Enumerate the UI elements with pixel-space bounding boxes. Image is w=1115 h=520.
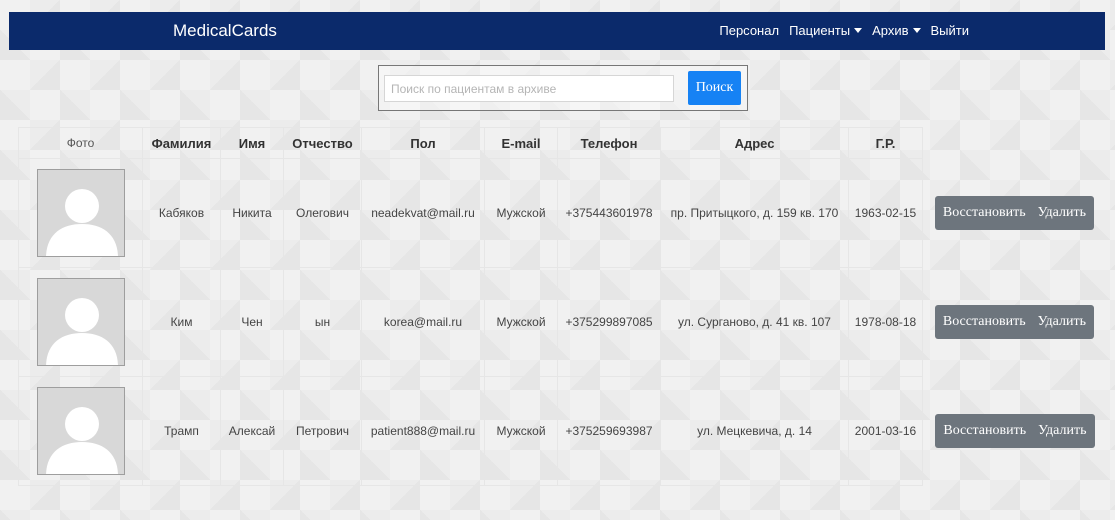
- cell-sex: Мужской: [484, 376, 558, 486]
- cell-birth-date: 2001-03-16: [848, 376, 923, 486]
- search-button[interactable]: Поиск: [688, 71, 741, 105]
- actions-group: Восстановить Удалить: [934, 305, 1094, 339]
- archive-patients-table: Фото Фамилия Имя Отчество Пол E-mail Тел…: [18, 127, 1097, 486]
- person-silhouette-icon: [37, 388, 124, 474]
- person-silhouette-icon: [37, 279, 124, 365]
- avatar: [36, 278, 125, 366]
- cell-phone: +375443601978: [557, 158, 661, 268]
- nav-item-label: Персонал: [719, 23, 780, 38]
- cell-email: korea@mail.ru: [361, 267, 485, 377]
- table-row: Ким Чен ын korea@mail.ru Мужской +375299…: [18, 267, 1097, 377]
- cell-email: patient888@mail.ru: [361, 376, 485, 486]
- column-header-name: Имя: [220, 127, 284, 159]
- restore-button[interactable]: Восстановить: [943, 414, 1026, 448]
- delete-button[interactable]: Удалить: [1038, 196, 1086, 230]
- column-header-surname: Фамилия: [142, 127, 221, 159]
- cell-surname: Кабяков: [142, 158, 221, 268]
- photo-cell: [18, 158, 143, 268]
- nav-item-label: Пациенты: [789, 23, 851, 38]
- table-row: Кабяков Никита Олегович neadekvat@mail.r…: [18, 158, 1097, 268]
- avatar: [36, 169, 125, 257]
- cell-patronymic: Петрович: [283, 376, 362, 486]
- column-header-photo: Фото: [18, 127, 143, 159]
- photo-cell: [18, 267, 143, 377]
- cell-birth-date: 1978-08-18: [848, 267, 923, 377]
- nav-item-patients[interactable]: Пациенты: [789, 23, 863, 38]
- nav-menu: Персонал Пациенты Архив Выйти: [719, 23, 969, 38]
- nav-item-label: Архив: [872, 23, 909, 38]
- cell-phone: +375299897085: [557, 267, 661, 377]
- actions-cell: Восстановить Удалить: [923, 268, 1097, 377]
- cell-name: Никита: [220, 158, 284, 268]
- nav-item-archive[interactable]: Архив: [872, 23, 921, 38]
- person-silhouette-icon: [37, 170, 124, 256]
- nav-item-label: Выйти: [930, 23, 970, 38]
- cell-surname: Трамп: [142, 376, 221, 486]
- caret-down-icon: [854, 28, 863, 33]
- restore-button[interactable]: Восстановить: [943, 196, 1026, 230]
- table-header-row: Фото Фамилия Имя Отчество Пол E-mail Тел…: [18, 127, 1097, 159]
- column-header-address: Адрес: [660, 127, 849, 159]
- nav-item-staff[interactable]: Персонал: [719, 23, 779, 38]
- column-header-sex: Пол: [361, 127, 485, 159]
- cell-name: Чен: [220, 267, 284, 377]
- column-header-birth-date: Г.Р.: [848, 127, 923, 159]
- cell-sex: Мужской: [484, 267, 558, 377]
- cell-birth-date: 1963-02-15: [848, 158, 923, 268]
- cell-sex: Мужской: [484, 158, 558, 268]
- cell-email: neadekvat@mail.ru: [361, 158, 485, 268]
- column-header-phone: Телефон: [557, 127, 661, 159]
- cell-address: ул. Мецкевича, д. 14: [660, 376, 849, 486]
- delete-button[interactable]: Удалить: [1038, 305, 1086, 339]
- column-header-patronymic: Отчество: [283, 127, 362, 159]
- search-form: Поиск: [378, 65, 748, 111]
- cell-patronymic: ын: [283, 267, 362, 377]
- actions-group: Восстановить Удалить: [934, 196, 1094, 230]
- nav-item-logout[interactable]: Выйти: [931, 23, 970, 38]
- cell-phone: +375259693987: [557, 376, 661, 486]
- column-header-email: E-mail: [484, 127, 558, 159]
- cell-name: Алексай: [220, 376, 284, 486]
- cell-address: ул. Сурганово, д. 41 кв. 107: [660, 267, 849, 377]
- brand-logo[interactable]: MedicalCards: [173, 21, 277, 41]
- delete-button[interactable]: Удалить: [1038, 414, 1086, 448]
- search-input[interactable]: [384, 75, 674, 102]
- cell-address: пр. Притыцкого, д. 159 кв. 170: [660, 158, 849, 268]
- navbar: MedicalCards Персонал Пациенты Архив Вый…: [9, 12, 1105, 50]
- column-header-actions: [923, 128, 1097, 159]
- actions-cell: Восстановить Удалить: [923, 159, 1097, 268]
- photo-cell: [18, 376, 143, 486]
- cell-patronymic: Олегович: [283, 158, 362, 268]
- table-row: Трамп Алексай Петрович patient888@mail.r…: [18, 376, 1097, 486]
- caret-down-icon: [912, 28, 921, 33]
- actions-cell: Восстановить Удалить: [923, 377, 1097, 486]
- avatar: [36, 387, 125, 475]
- restore-button[interactable]: Восстановить: [943, 305, 1026, 339]
- actions-group: Восстановить Удалить: [935, 414, 1095, 448]
- cell-surname: Ким: [142, 267, 221, 377]
